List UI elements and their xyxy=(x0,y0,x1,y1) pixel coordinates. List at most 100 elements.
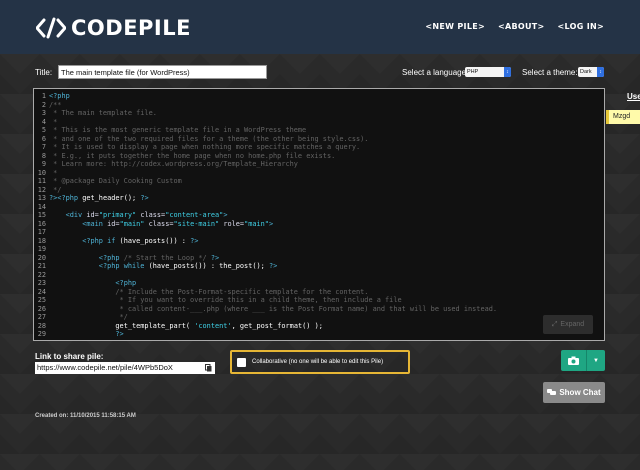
code-token: role= xyxy=(223,219,245,228)
code-token: id= xyxy=(107,219,120,228)
theme-select[interactable]: Dark ↕ xyxy=(578,67,604,77)
language-select[interactable]: PHP ↕ xyxy=(465,67,511,77)
line-number: 13 xyxy=(37,194,46,202)
code-text: * @package Daily Cooking Custom xyxy=(49,177,182,186)
line-number: 17 xyxy=(37,228,46,236)
code-text: <main id="main" class="site-main" role="… xyxy=(49,220,273,229)
user-list-item: Mzgd xyxy=(606,110,640,124)
chevron-updown-icon: ↕ xyxy=(504,67,511,77)
line-number: 6 xyxy=(41,134,46,143)
code-text: * called content-___.php (where ___ is t… xyxy=(49,305,498,314)
code-line: 8 * E.g., it puts together the home page… xyxy=(34,152,604,161)
code-token: * xyxy=(49,168,58,177)
show-chat-button[interactable]: Show Chat xyxy=(543,382,605,403)
line-number: 29 xyxy=(37,330,46,338)
code-token: ( xyxy=(185,321,195,330)
code-line: 17 xyxy=(34,228,604,237)
code-token: , xyxy=(231,321,240,330)
code-token: <main xyxy=(82,219,108,228)
code-token: "main" xyxy=(119,219,149,228)
code-token: "content-area" xyxy=(165,211,224,219)
nav-new-pile[interactable]: <NEW PILE> xyxy=(425,22,485,31)
code-text: * The main template file. xyxy=(49,109,157,118)
copy-icon[interactable] xyxy=(205,364,212,372)
code-token: ?> xyxy=(190,236,199,245)
code-line: 5 * This is the most generic template fi… xyxy=(34,126,604,135)
line-number: 12 xyxy=(37,185,46,194)
theme-label: Select a theme: xyxy=(522,68,578,77)
code-token: * Learn more: http://codex.wordpress.org… xyxy=(49,160,298,168)
code-token: * xyxy=(49,117,58,126)
code-token: /* Start the Loop */ xyxy=(123,253,211,262)
line-number: 27 xyxy=(37,313,46,321)
code-editor[interactable]: 1 <?php 2/** 3 * The main template file. 4 *… xyxy=(33,88,605,341)
title-input[interactable] xyxy=(58,65,267,79)
code-token: ?> xyxy=(210,253,220,262)
code-token: "main" xyxy=(244,219,269,228)
code-line: 12 */ xyxy=(34,186,604,195)
code-lines: 1 <?php 2/** 3 * The main template file. 4 *… xyxy=(34,92,604,339)
collaborative-checkbox[interactable] xyxy=(237,357,246,367)
expand-button[interactable]: ⤢ Expand xyxy=(543,315,593,334)
code-token: the_post xyxy=(219,262,253,270)
line-number: 25 xyxy=(37,296,46,304)
line-number: 23 xyxy=(37,279,46,287)
code-line: 2/** xyxy=(34,101,604,110)
code-token: * E.g., it puts together the home page w… xyxy=(49,151,336,160)
code-line: 29 ?> xyxy=(34,330,604,339)
code-token: have_posts xyxy=(152,262,195,270)
chevron-updown-icon: ↕ xyxy=(597,67,604,77)
code-token: <?php xyxy=(115,279,137,287)
code-line: 26 * called content-___.php (where ___ i… xyxy=(34,305,604,314)
code-token: "primary" xyxy=(98,211,141,219)
code-token: (); xyxy=(123,194,141,202)
share-link-field[interactable]: https://www.codepile.net/pile/4WPb5DoX xyxy=(35,362,215,374)
code-token: ?> xyxy=(268,262,278,270)
code-token: get_post_format xyxy=(239,321,303,330)
camera-button[interactable] xyxy=(561,350,586,371)
code-token: * It is used to display a page when noth… xyxy=(49,143,361,151)
code-text: * If you want to override this in a chil… xyxy=(49,296,402,305)
code-token: > xyxy=(223,211,228,219)
code-token: */ xyxy=(119,313,128,321)
code-line: 4 * xyxy=(34,118,604,127)
line-number: 14 xyxy=(37,202,46,211)
code-line: 22 xyxy=(34,271,604,280)
code-token: class= xyxy=(140,211,166,219)
collaborative-toggle[interactable]: Collaborative (no one will be able to ed… xyxy=(230,350,410,374)
line-number: 18 xyxy=(37,236,46,245)
line-number: 15 xyxy=(37,211,46,219)
code-text: <?php if (have_posts()) : ?> xyxy=(49,237,198,246)
line-number: 8 xyxy=(41,151,46,160)
code-text: /** xyxy=(49,101,61,110)
code-text: * and one of the two required files for … xyxy=(49,135,368,144)
code-text: * Learn more: http://codex.wordpress.org… xyxy=(49,160,298,169)
code-text: ?> xyxy=(49,330,124,339)
line-number: 2 xyxy=(41,100,46,109)
nav-log-in[interactable]: <LOG IN> xyxy=(558,22,604,31)
code-token: () ); xyxy=(302,321,323,330)
code-line: 24 /* Include the Post-Format-specific t… xyxy=(34,288,604,297)
code-line: 27 */ xyxy=(34,313,604,322)
logo[interactable]: CODEPILE xyxy=(36,17,191,39)
camera-dropdown-button[interactable]: ▼ xyxy=(586,350,605,371)
nav-about[interactable]: <ABOUT> xyxy=(498,22,545,31)
code-token: * @package Daily Cooking Custom xyxy=(49,177,182,185)
code-line: 14 xyxy=(34,203,604,212)
code-token: get_header xyxy=(82,194,124,202)
code-line: 28 get_template_part( 'content', get_pos… xyxy=(34,322,604,331)
code-token: ?> xyxy=(115,330,124,338)
title-label: Title: xyxy=(35,68,53,77)
code-token: <?php if xyxy=(82,236,120,245)
code-token: * and one of the two required files for … xyxy=(49,134,369,143)
code-token: <?php while xyxy=(98,262,149,270)
users-title: Use xyxy=(627,92,640,101)
line-number: 20 xyxy=(37,253,46,262)
expand-icon: ⤢ xyxy=(551,320,558,328)
